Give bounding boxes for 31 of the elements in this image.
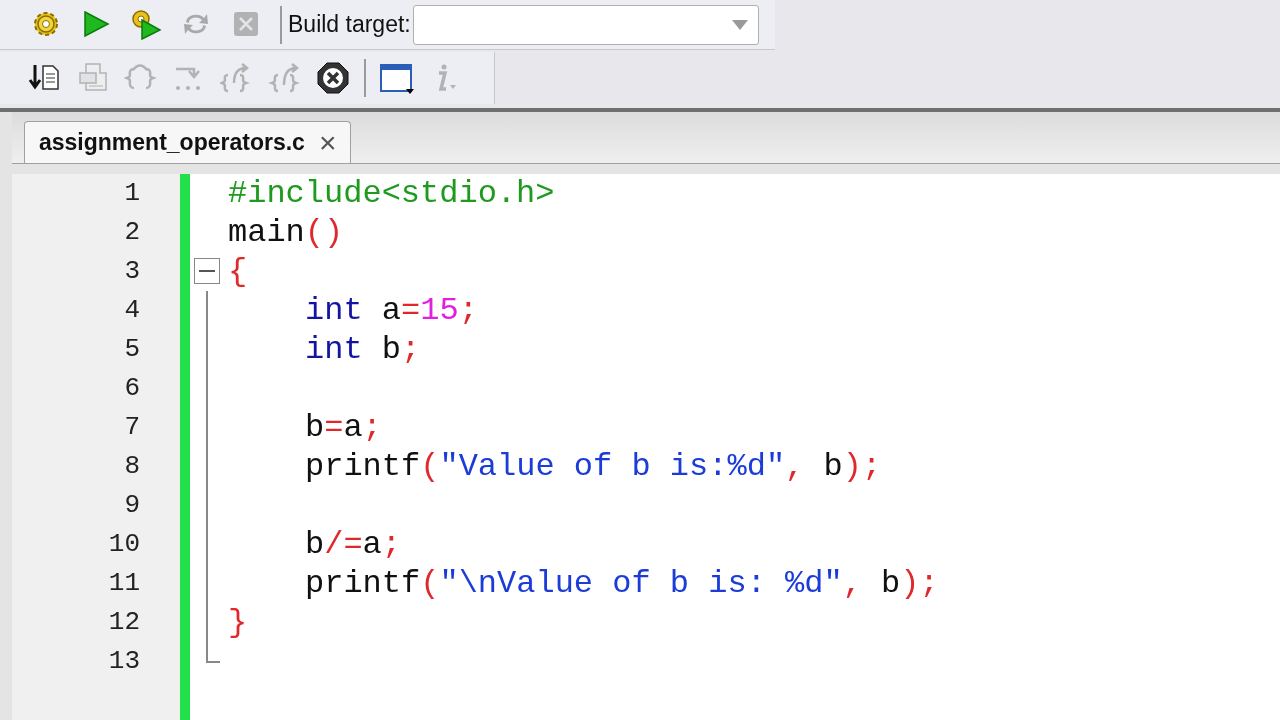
code-line: printf("Value of b is:%d", b); <box>305 448 882 485</box>
code-line: } <box>228 604 248 641</box>
code-line: int b; <box>305 331 421 368</box>
line-number: 8 <box>124 451 140 481</box>
code-line: printf("\nValue of b is: %d", b); <box>305 565 939 602</box>
stop-icon[interactable] <box>316 61 352 95</box>
code-line: #include<stdio.h> <box>228 175 555 212</box>
code-line: main() <box>228 214 344 251</box>
code-line: b=a; <box>305 409 382 446</box>
build-target-dropdown[interactable] <box>412 4 759 45</box>
caret-icon <box>731 19 748 30</box>
line-number: 11 <box>108 568 140 598</box>
line-number: 6 <box>124 373 140 403</box>
line-number: 1 <box>124 178 140 208</box>
code-line: { <box>228 253 248 290</box>
line-number: 7 <box>124 412 140 442</box>
line-number: 4 <box>124 295 140 325</box>
line-number: 13 <box>108 646 140 676</box>
collapse-icon[interactable] <box>194 258 220 284</box>
line-number: 2 <box>124 217 140 247</box>
code-line: int a=15; <box>305 292 478 329</box>
build-target-label: Build target: <box>288 10 411 40</box>
line-number: 5 <box>124 334 140 364</box>
line-number: 3 <box>124 256 140 286</box>
close-button[interactable]: × <box>318 127 337 158</box>
line-number: 10 <box>108 529 140 559</box>
line-number: 12 <box>108 607 140 637</box>
window-icon[interactable] <box>378 61 414 95</box>
line-number: 9 <box>124 490 140 520</box>
file-tab[interactable]: assignment_operators.c <box>39 125 305 160</box>
code-line: b/=a; <box>305 526 401 563</box>
